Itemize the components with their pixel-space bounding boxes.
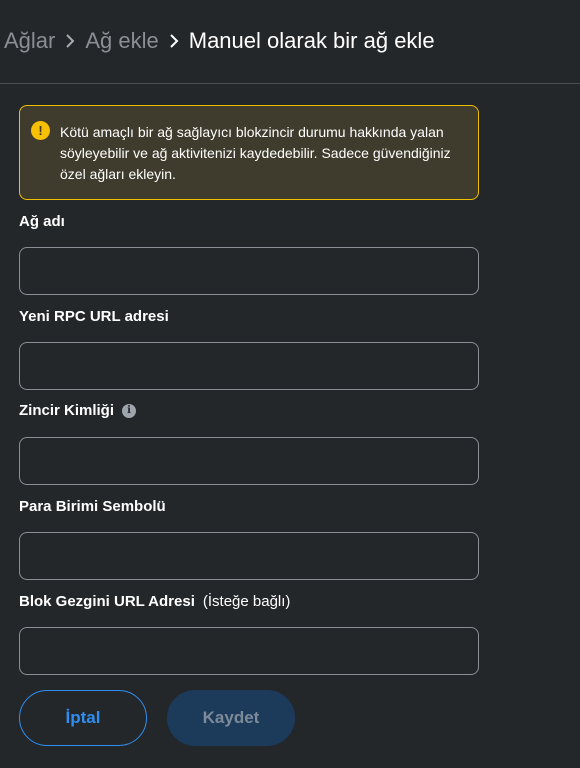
chain-id-label-text: Zincir Kimliği <box>19 402 115 419</box>
network-name-label-text: Ağ adı <box>19 213 65 230</box>
breadcrumb-item-add-network[interactable]: Ağ ekle <box>85 28 158 54</box>
breadcrumb: Ağlar Ağ ekle Manuel olarak bir ağ ekle <box>4 27 435 55</box>
explorer-url-label-text: Blok Gezgini URL Adresi <box>19 593 195 610</box>
chain-id-input[interactable] <box>19 437 479 485</box>
page-title: Manuel olarak bir ağ ekle <box>188 28 435 53</box>
currency-symbol-label: Para Birimi Sembolü <box>19 498 166 515</box>
network-name-input[interactable] <box>19 247 479 295</box>
warning-icon: ! <box>31 121 50 140</box>
network-name-label: Ağ adı <box>19 213 65 230</box>
explorer-url-label: Blok Gezgini URL Adresi (İsteğe bağlı) <box>19 593 290 610</box>
rpc-url-input[interactable] <box>19 342 479 390</box>
rpc-url-label: Yeni RPC URL adresi <box>19 308 169 325</box>
cancel-button[interactable]: İptal <box>19 690 147 746</box>
info-icon[interactable]: i <box>122 403 137 418</box>
chevron-right-icon <box>169 34 179 48</box>
rpc-url-label-text: Yeni RPC URL adresi <box>19 308 169 325</box>
currency-symbol-label-text: Para Birimi Sembolü <box>19 498 166 515</box>
save-button[interactable]: Kaydet <box>167 690 295 746</box>
currency-symbol-input[interactable] <box>19 532 479 580</box>
warning-banner: ! Kötü amaçlı bir ağ sağlayıcı blokzinci… <box>19 105 479 200</box>
explorer-url-input[interactable] <box>19 627 479 675</box>
chevron-right-icon <box>65 34 75 48</box>
page-header: Ağlar Ağ ekle Manuel olarak bir ağ ekle <box>0 0 580 84</box>
optional-tag: (İsteğe bağlı) <box>202 593 291 610</box>
warning-text: Kötü amaçlı bir ağ sağlayıcı blokzincir … <box>60 124 451 182</box>
chain-id-label: Zincir Kimliği i <box>19 402 137 419</box>
breadcrumb-item-networks[interactable]: Ağlar <box>4 28 55 54</box>
